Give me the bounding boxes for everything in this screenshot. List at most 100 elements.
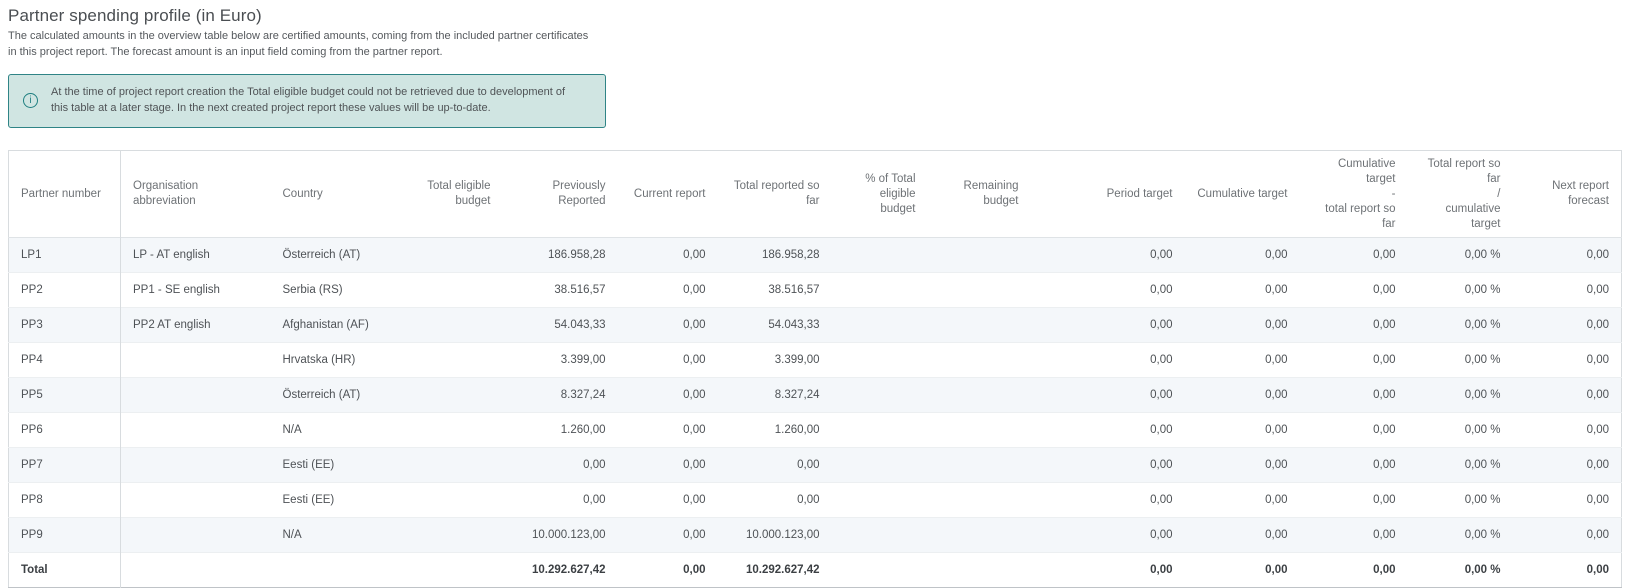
cell-country: Eesti (EE) [271,448,395,483]
cell-country: Serbia (RS) [271,273,395,308]
cell-total-eligible-budget [395,343,503,378]
cell-cumulative-target-minus-total-report-so-far: 0,00 [1300,238,1408,273]
table-row: LP1LP - AT englishÖsterreich (AT)186.958… [9,238,1622,273]
cell-total-eligible-budget [395,518,503,553]
header-cell-pct-of-total-eligible-budget: % of Total eligible budget [832,150,928,238]
cell-country: Österreich (AT) [271,238,395,273]
header-cell-partner-number: Partner number [9,150,121,238]
cell-total-eligible-budget [395,448,503,483]
cell-partner-number: PP3 [9,308,121,343]
cell-total-report-so-far-over-cumulative-target: 0,00 % [1408,238,1513,273]
cell-cumulative-target: 0,00 [1185,483,1300,518]
cell-total-report-so-far-over-cumulative-target: 0,00 % [1408,518,1513,553]
cell-total-eligible-budget [395,413,503,448]
cell-current-report: 0,00 [618,378,718,413]
cell-period-target: 0,00 [1031,518,1185,553]
cell-total-eligible-budget [395,378,503,413]
cell-current-report: 0,00 [618,518,718,553]
cell-period-target: 0,00 [1031,483,1185,518]
cell-period-target: 0,00 [1031,343,1185,378]
cell-total-report-so-far-over-cumulative-target: 0,00 % [1408,448,1513,483]
page-description: The calculated amounts in the overview t… [8,29,596,61]
cell-previously-reported: 3.399,00 [503,343,618,378]
cell-previously-reported: 54.043,33 [503,308,618,343]
cell-pct-of-total-eligible-budget [832,273,928,308]
table-body: LP1LP - AT englishÖsterreich (AT)186.958… [9,238,1622,553]
cell-previously-reported: 1.260,00 [503,413,618,448]
cell-organisation-abbreviation [121,413,271,448]
cell-organisation-abbreviation [121,553,271,588]
cell-cumulative-target-minus-total-report-so-far: 0,00 [1300,448,1408,483]
cell-remaining-budget [928,518,1031,553]
cell-cumulative-target-minus-total-report-so-far: 0,00 [1300,343,1408,378]
cell-period-target: 0,00 [1031,308,1185,343]
cell-country: Österreich (AT) [271,378,395,413]
table-header-row: Partner numberOrganisation abbreviationC… [9,150,1622,238]
cell-current-report: 0,00 [618,448,718,483]
cell-next-report-forecast: 0,00 [1513,553,1622,588]
cell-cumulative-target-minus-total-report-so-far: 0,00 [1300,518,1408,553]
cell-cumulative-target-minus-total-report-so-far: 0,00 [1300,378,1408,413]
table-footer: Total10.292.627,420,0010.292.627,420,000… [9,553,1622,588]
cell-pct-of-total-eligible-budget [832,448,928,483]
partner-spending-profile-page: Partner spending profile (in Euro) The c… [0,0,1633,588]
cell-partner-number: PP2 [9,273,121,308]
header-cell-current-report: Current report [618,150,718,238]
cell-total-report-so-far-over-cumulative-target: 0,00 % [1408,378,1513,413]
cell-total-report-so-far-over-cumulative-target: 0,00 % [1408,343,1513,378]
cell-next-report-forecast: 0,00 [1513,378,1622,413]
cell-cumulative-target: 0,00 [1185,413,1300,448]
cell-partner-number: LP1 [9,238,121,273]
table-row: PP5Österreich (AT)8.327,240,008.327,240,… [9,378,1622,413]
cell-cumulative-target-minus-total-report-so-far: 0,00 [1300,483,1408,518]
header-cell-remaining-budget: Remaining budget [928,150,1031,238]
cell-next-report-forecast: 0,00 [1513,413,1622,448]
cell-total-reported-so-far: 186.958,28 [718,238,832,273]
cell-current-report: 0,00 [618,553,718,588]
cell-partner-number: PP8 [9,483,121,518]
cell-period-target: 0,00 [1031,448,1185,483]
cell-country: N/A [271,518,395,553]
cell-country: Afghanistan (AF) [271,308,395,343]
cell-current-report: 0,00 [618,238,718,273]
cell-cumulative-target: 0,00 [1185,273,1300,308]
cell-remaining-budget [928,448,1031,483]
cell-total-report-so-far-over-cumulative-target: 0,00 % [1408,413,1513,448]
cell-total-reported-so-far: 10.292.627,42 [718,553,832,588]
cell-pct-of-total-eligible-budget [832,343,928,378]
cell-current-report: 0,00 [618,343,718,378]
header-cell-country: Country [271,150,395,238]
cell-partner-number: PP4 [9,343,121,378]
cell-total-report-so-far-over-cumulative-target: 0,00 % [1408,553,1513,588]
cell-total-reported-so-far: 10.000.123,00 [718,518,832,553]
cell-total-reported-so-far: 38.516,57 [718,273,832,308]
cell-pct-of-total-eligible-budget [832,553,928,588]
cell-country: N/A [271,413,395,448]
header-cell-cumulative-target: Cumulative target [1185,150,1300,238]
info-banner: i At the time of project report creation… [8,74,606,128]
cell-period-target: 0,00 [1031,273,1185,308]
header-cell-organisation-abbreviation: Organisation abbreviation [121,150,271,238]
cell-total-reported-so-far: 0,00 [718,483,832,518]
cell-country: Hrvatska (HR) [271,343,395,378]
cell-total-report-so-far-over-cumulative-target: 0,00 % [1408,483,1513,518]
cell-cumulative-target: 0,00 [1185,553,1300,588]
cell-remaining-budget [928,378,1031,413]
cell-total-eligible-budget [395,273,503,308]
table-row: PP7Eesti (EE)0,000,000,000,000,000,000,0… [9,448,1622,483]
cell-remaining-budget [928,483,1031,518]
cell-organisation-abbreviation: PP2 AT english [121,308,271,343]
cell-organisation-abbreviation [121,448,271,483]
table-header: Partner numberOrganisation abbreviationC… [9,150,1622,238]
cell-partner-number: PP9 [9,518,121,553]
cell-next-report-forecast: 0,00 [1513,238,1622,273]
cell-cumulative-target-minus-total-report-so-far: 0,00 [1300,413,1408,448]
cell-total-reported-so-far: 8.327,24 [718,378,832,413]
cell-total-reported-so-far: 54.043,33 [718,308,832,343]
cell-pct-of-total-eligible-budget [832,413,928,448]
cell-next-report-forecast: 0,00 [1513,448,1622,483]
cell-cumulative-target: 0,00 [1185,518,1300,553]
cell-previously-reported: 38.516,57 [503,273,618,308]
table-row: PP3PP2 AT englishAfghanistan (AF) 54.043,… [9,308,1622,343]
header-cell-cumulative-target-minus-total-report-so-far: Cumulative target - total report so far [1300,150,1408,238]
